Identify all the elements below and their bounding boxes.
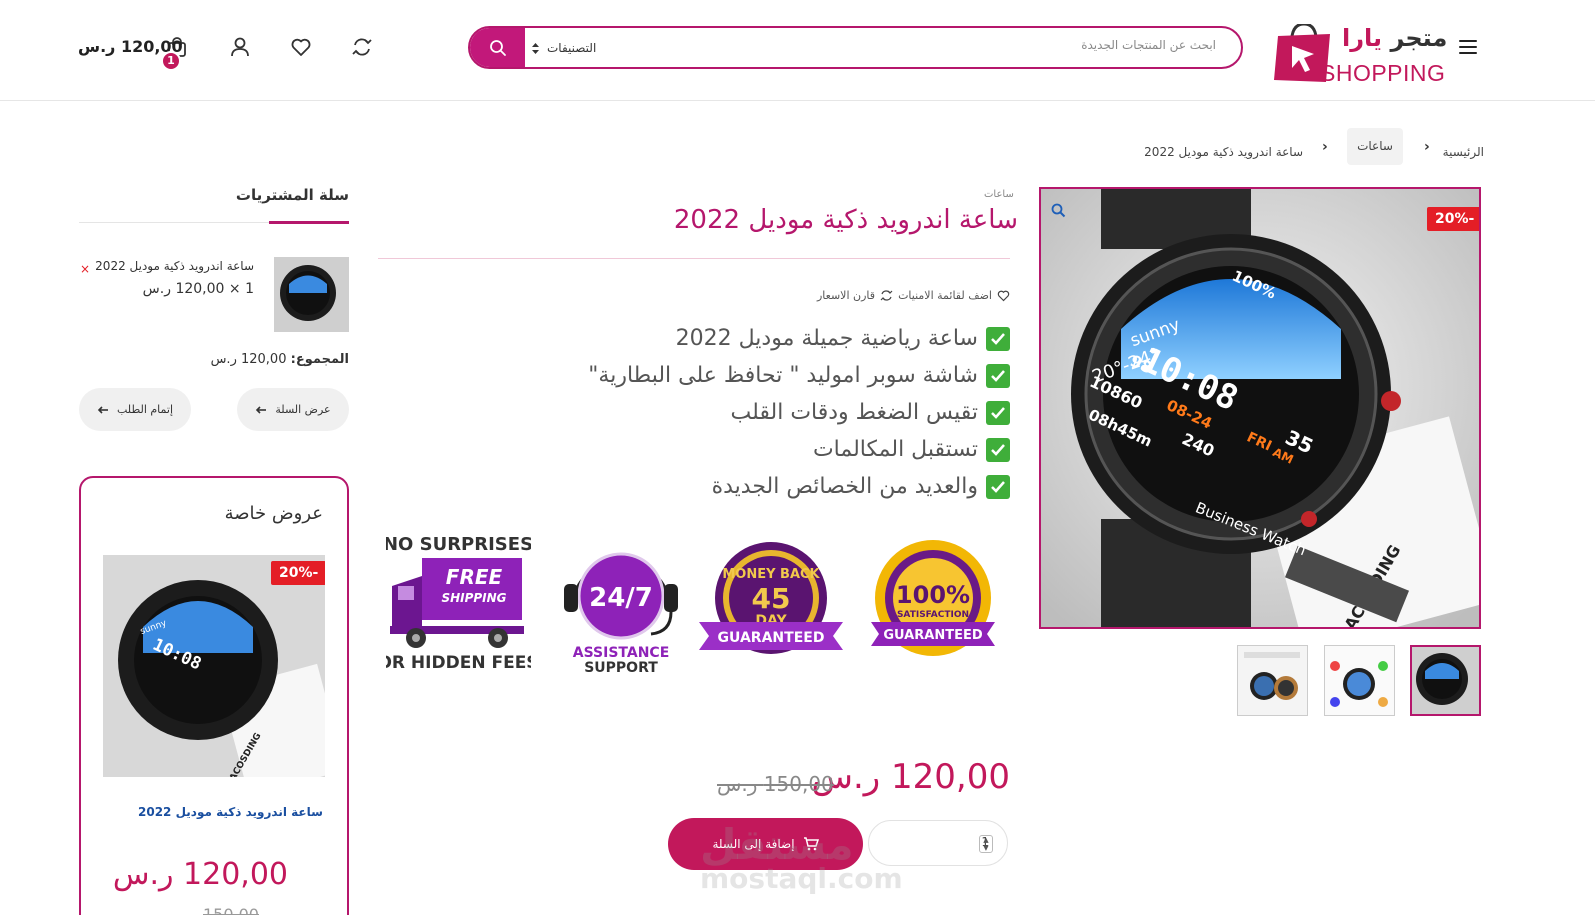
view-cart-label: عرض السلة [275, 403, 331, 416]
product-thumbnail[interactable] [1324, 645, 1395, 716]
search-bar: التصنيفات [468, 26, 1243, 69]
cart-count-badge: 1 [161, 51, 181, 71]
wishlist-heart-icon[interactable] [290, 36, 312, 58]
arrow-left-icon [256, 405, 267, 414]
product-category[interactable]: ساعات [984, 189, 1014, 200]
badge-text: GUARANTEED [718, 630, 825, 646]
mini-cart-divider-accent [269, 221, 349, 224]
sale-badge: 20%- [1427, 207, 1479, 231]
check-icon [986, 400, 1010, 425]
arrow-left-icon [97, 405, 108, 414]
product-title: ساعة اندرويد ذكية موديل 2022 [673, 205, 1018, 235]
check-icon [986, 437, 1010, 462]
thumbnail-image [1412, 647, 1479, 714]
satisfaction-badge: 100% SATISFACTION GUARANTEED [871, 540, 995, 656]
compare-arrows-icon [880, 290, 893, 301]
logo-english-text: SHOPPING [1320, 60, 1446, 86]
mini-cart-title: سلة المشتريات [235, 186, 349, 204]
money-back-badge: MONEY BACK 45 DAY GUARANTEED [699, 542, 843, 654]
mini-cart-item-name[interactable]: ساعة اندرويد ذكية موديل 2022 [95, 259, 254, 273]
check-icon [986, 474, 1010, 499]
product-thumbnail-active[interactable] [1410, 645, 1481, 716]
thumbnail-image [274, 257, 349, 332]
category-select-label: التصنيفات [547, 41, 597, 55]
remove-item-icon[interactable]: × [80, 262, 90, 276]
compare-icon[interactable] [351, 36, 373, 58]
mini-cart-item-qty: 1 × 120,00 ر.س [142, 281, 254, 297]
feature-item: ساعة رياضية جميلة موديل 2022 [676, 326, 1010, 351]
product-main-image[interactable]: sunny 24°-20° 100% 10:08 35 08-24 FRI AM… [1039, 187, 1481, 629]
breadcrumb-separator-icon: ‹ [1322, 139, 1328, 155]
compare-label: قارن الاسعار [816, 289, 875, 302]
heart-icon [997, 290, 1010, 302]
offer-product-name[interactable]: ساعة اندرويد ذكية موديل 2022 [138, 805, 323, 819]
product-old-price: 150,00 ر.س [717, 772, 834, 796]
title-divider [378, 258, 1010, 259]
feature-text: تقيس الضغط ودقات القلب [730, 400, 979, 425]
check-icon [986, 326, 1010, 351]
badge-text: 45 [752, 582, 791, 615]
menu-icon[interactable] [1459, 40, 1477, 56]
checkout-button[interactable]: إتمام الطلب [79, 388, 191, 431]
quantity-spinner-icon[interactable]: ▲ ▼ [979, 835, 993, 853]
product-thumbnail[interactable] [1237, 645, 1308, 716]
badge-text: SHIPPING [441, 591, 506, 605]
free-shipping-badge: NO SURPRISES FREE SHIPPING OR HIDDEN FEE… [386, 534, 531, 673]
product-price: 120,00 ر.س [811, 757, 1010, 797]
view-cart-button[interactable]: عرض السلة [237, 388, 349, 431]
watermark-url: mostaql.com [700, 862, 903, 895]
add-to-wishlist-link[interactable]: اضف لقائمة الامنيات [898, 289, 1010, 302]
user-account-icon[interactable] [229, 36, 251, 58]
mini-cart-total: المجموع: 120,00 ر.س [211, 352, 349, 367]
breadcrumb-category[interactable]: ساعات [1347, 128, 1403, 165]
badge-text: MONEY BACK [722, 567, 820, 582]
checkout-label: إتمام الطلب [117, 403, 174, 416]
feature-text: والعديد من الخصائص الجديدة [711, 474, 978, 499]
feature-text: ساعة رياضية جميلة موديل 2022 [675, 326, 978, 351]
thumbnail-image [1238, 646, 1307, 715]
badge-text: FREE [446, 565, 503, 589]
search-input[interactable] [876, 38, 1216, 52]
badge-text: NO SURPRISES [386, 534, 531, 555]
search-button[interactable] [470, 28, 525, 67]
thumbnail-image [1325, 646, 1394, 715]
support-badge: 24/7 ASSISTANCE SUPPORT [564, 552, 678, 676]
offer-product-old-price: 150,00 [203, 905, 259, 915]
mini-cart-item-image[interactable] [274, 257, 349, 332]
logo-arabic-text: متجر يارا [1342, 24, 1448, 52]
badge-text: 100% [896, 581, 970, 609]
badge-text: OR HIDDEN FEES [386, 653, 531, 673]
breadcrumb-separator-icon: ‹ [1424, 139, 1430, 155]
feature-text: تستقبل المكالمات [812, 437, 978, 462]
mini-cart-total-value: 120,00 ر.س [210, 352, 287, 367]
site-logo[interactable]: متجر يارا SHOPPING [1272, 10, 1448, 86]
offer-sale-badge: 20%- [271, 561, 325, 585]
mini-cart-total-label: المجموع: [290, 352, 349, 367]
smartwatch-image: sunny 24°-20° 100% 10:08 35 08-24 FRI AM… [1041, 189, 1479, 627]
badge-text: SATISFACTION [897, 610, 969, 620]
compare-link[interactable]: قارن الاسعار [817, 289, 893, 302]
feature-text: شاشة سوبر اموليد " تحافظ على البطارية" [588, 363, 978, 388]
badge-text: GUARANTEED [883, 628, 982, 643]
smartwatch-image: sunny 10:08 SACOSDING [103, 555, 325, 777]
special-offers-title: عروض خاصة [224, 503, 323, 524]
wishlist-label: اضف لقائمة الامنيات [898, 289, 992, 302]
sort-arrows-icon [532, 42, 539, 54]
feature-item: تستقبل المكالمات [813, 437, 1010, 462]
badge-text: ASSISTANCE [573, 645, 670, 661]
breadcrumb-current: ساعة اندرويد ذكية موديل 2022 [1144, 145, 1303, 159]
zoom-icon[interactable] [1051, 203, 1066, 218]
feature-item: شاشة سوبر اموليد " تحافظ على البطارية" [588, 363, 1010, 388]
search-icon [489, 39, 506, 56]
feature-item: والعديد من الخصائص الجديدة [712, 474, 1010, 499]
category-select[interactable]: التصنيفات [532, 39, 602, 57]
badge-text: SUPPORT [584, 660, 658, 676]
badge-text: 24/7 [589, 583, 653, 613]
quantity-stepper[interactable]: 1 ▲ ▼ [868, 820, 1008, 866]
breadcrumb-home[interactable]: الرئيسية [1443, 145, 1484, 159]
feature-item: تقيس الضغط ودقات القلب [730, 400, 1010, 425]
check-icon [986, 363, 1010, 388]
offer-product-image[interactable]: sunny 10:08 SACOSDING 20%- [103, 555, 325, 777]
offer-product-price: 120,00 ر.س [112, 857, 288, 892]
